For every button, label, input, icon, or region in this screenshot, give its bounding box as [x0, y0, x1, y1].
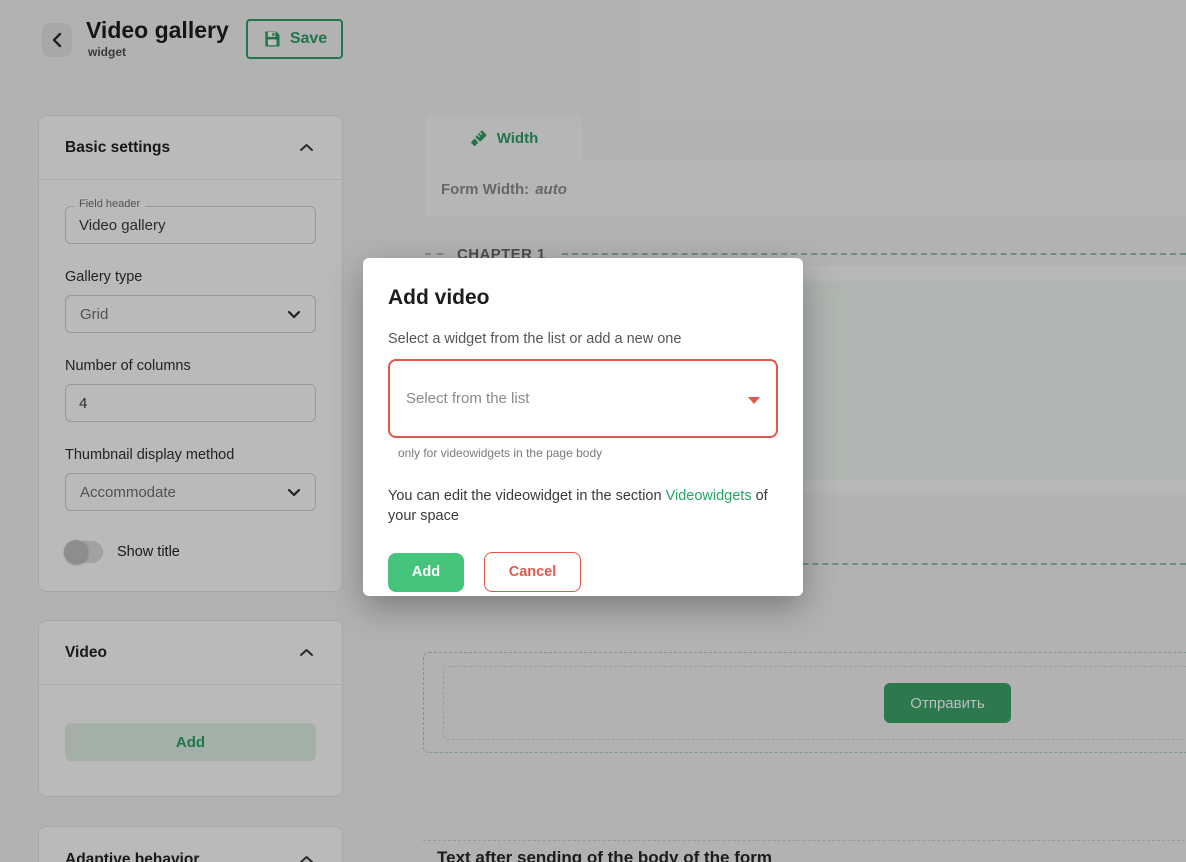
modal-note: You can edit the videowidget in the sect… [388, 486, 778, 526]
select-helper-text: only for videowidgets in the page body [398, 446, 778, 460]
widget-select-placeholder: Select from the list [406, 390, 529, 407]
widget-select[interactable]: Select from the list [388, 359, 778, 438]
videowidgets-link[interactable]: Videowidgets [666, 488, 752, 504]
modal-add-button[interactable]: Add [388, 553, 464, 592]
add-video-modal: Add video Select a widget from the list … [363, 258, 803, 596]
dropdown-arrow-icon [748, 397, 760, 404]
modal-title: Add video [388, 286, 778, 310]
modal-description: Select a widget from the list or add a n… [388, 331, 778, 347]
app-screen: Video gallery widget Save Basic settings… [0, 0, 1186, 862]
modal-actions: Add Cancel [388, 552, 778, 592]
modal-cancel-button[interactable]: Cancel [484, 552, 581, 592]
note-text-before: You can edit the videowidget in the sect… [388, 488, 666, 504]
